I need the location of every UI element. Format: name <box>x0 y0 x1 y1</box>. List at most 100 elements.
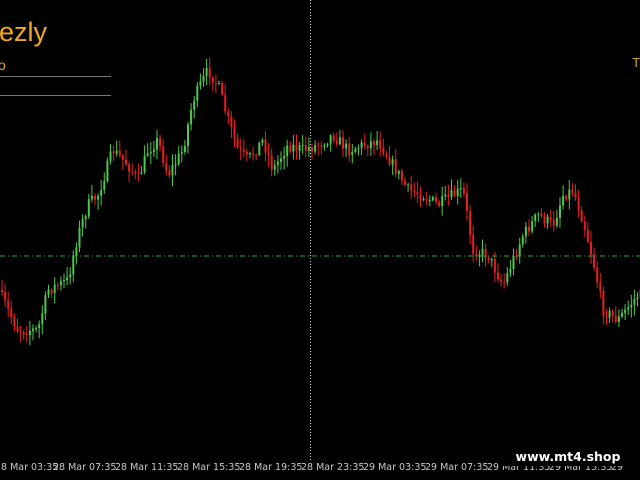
candle-body <box>518 244 521 257</box>
candle-body <box>112 151 115 154</box>
candle-body <box>90 196 93 200</box>
candle-body <box>47 289 50 296</box>
candle-body <box>555 217 558 226</box>
candle-body <box>103 180 106 191</box>
candle-body <box>174 163 177 166</box>
time-tick-label: 28 Mar 19:35 <box>239 462 303 473</box>
candle-body <box>329 135 332 144</box>
candle-body <box>115 150 118 154</box>
candle-body <box>633 299 636 305</box>
candle-body <box>180 151 183 154</box>
candle-body <box>611 310 614 316</box>
candle-body <box>267 152 270 157</box>
candle-body <box>72 256 75 275</box>
candle-body <box>565 195 568 200</box>
candle-body <box>221 82 224 95</box>
candle-body <box>453 190 456 196</box>
candle-body <box>134 172 137 174</box>
candle-body <box>441 196 444 206</box>
candle-body <box>301 145 304 147</box>
candle-body <box>323 145 326 147</box>
candle-body <box>156 137 158 150</box>
candle-body <box>22 332 25 334</box>
candle-body <box>10 308 13 318</box>
candle-body <box>537 213 540 215</box>
candle-body <box>273 165 276 170</box>
candle-body <box>13 317 16 327</box>
candle-body <box>75 247 78 257</box>
candle-body <box>391 159 394 165</box>
candle-body <box>614 315 617 322</box>
candle-body <box>280 158 282 162</box>
price-chart[interactable] <box>0 0 640 460</box>
time-tick-label: 8 Mar 03:35 <box>1 462 59 473</box>
candle-body <box>270 156 273 170</box>
candle-body <box>59 280 62 286</box>
candle-body <box>143 155 146 173</box>
candle-body <box>577 197 580 211</box>
candle-body <box>87 199 90 217</box>
candle-body <box>146 153 149 156</box>
candle-body <box>428 200 431 202</box>
candle-body <box>125 159 127 165</box>
candle-body <box>165 162 168 171</box>
candle-body <box>425 199 428 201</box>
candle-body <box>7 300 10 309</box>
candle-body <box>140 172 143 174</box>
candle-body <box>264 139 267 153</box>
candle-body <box>245 151 248 155</box>
candle-body <box>366 145 369 149</box>
candle-body <box>230 116 233 128</box>
candle-body <box>255 154 258 156</box>
info-divider-2 <box>0 95 111 96</box>
candle-body <box>351 151 354 156</box>
candle-body <box>435 197 437 202</box>
candle-body <box>490 258 493 261</box>
candle-body <box>487 257 490 261</box>
time-tick-label: 28 Mar 15:35 <box>177 462 241 473</box>
chart-window[interactable]: ezly o T 8 Mar 03:35 28 Mar 07:35 28 Mar… <box>0 0 640 480</box>
candle-body <box>376 140 379 145</box>
candle-body <box>338 137 341 145</box>
time-tick-label: 28 Mar 07:35 <box>53 462 117 473</box>
candle-body <box>311 147 313 152</box>
candle-body <box>466 193 468 212</box>
candle-body <box>431 197 434 201</box>
candle-body <box>627 307 630 310</box>
candle-body <box>481 249 484 255</box>
candle-body <box>286 145 289 157</box>
candle-body <box>314 145 317 152</box>
candle-body <box>407 184 410 186</box>
candle-body <box>252 153 255 155</box>
candle-body <box>304 145 307 151</box>
candle-body <box>205 67 208 76</box>
candle-body <box>552 219 555 226</box>
candle-body <box>41 313 44 325</box>
candle-body <box>630 304 633 308</box>
candle-body <box>388 156 391 165</box>
candle-body <box>183 145 186 152</box>
candle-body <box>236 138 239 148</box>
candle-body <box>249 153 251 155</box>
candle-body <box>289 145 292 152</box>
candle-body <box>590 241 592 255</box>
candle-body <box>373 141 375 145</box>
candle-body <box>559 205 561 218</box>
candle-body <box>131 171 134 173</box>
candle-body <box>242 149 245 152</box>
candle-body <box>44 295 47 314</box>
candle-body <box>345 143 348 149</box>
candle-body <box>469 211 472 235</box>
candle-body <box>283 156 286 159</box>
candle-body <box>137 172 140 174</box>
candle-body <box>38 324 41 328</box>
candle-body <box>549 216 552 220</box>
candle-body <box>382 148 385 154</box>
candle-body <box>602 290 605 316</box>
candle-body <box>410 184 413 191</box>
candle-body <box>543 216 546 224</box>
candle-body <box>447 194 450 197</box>
candle-body <box>177 153 180 164</box>
info-divider-1 <box>0 76 111 77</box>
candle-body <box>84 216 87 220</box>
